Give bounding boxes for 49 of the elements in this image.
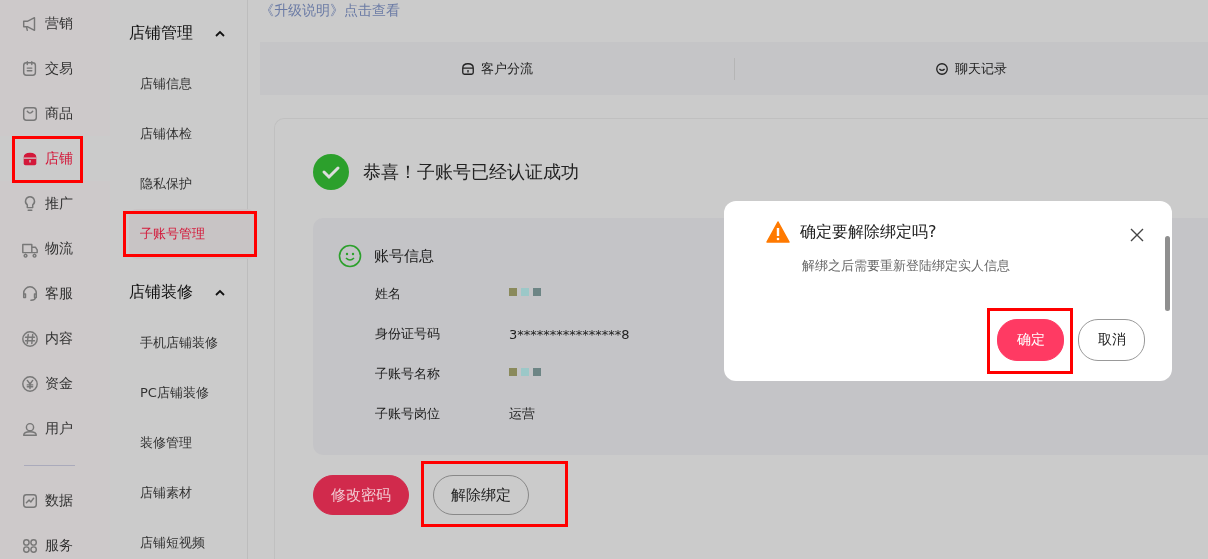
- smile-icon: [338, 244, 362, 268]
- hash-icon: [21, 329, 39, 348]
- store-icon: [460, 61, 475, 76]
- nav-item[interactable]: 交易: [0, 46, 110, 91]
- nav-item[interactable]: 客服: [0, 271, 110, 316]
- warning-icon: [766, 221, 790, 243]
- change-password-button[interactable]: 修改密码: [313, 475, 409, 515]
- grid-icon: [21, 536, 39, 555]
- nav-item[interactable]: 内容: [0, 316, 110, 361]
- subnav-item[interactable]: 手机店铺装修: [129, 318, 247, 368]
- nav-item[interactable]: 服务: [0, 523, 110, 559]
- subnav-item[interactable]: 店铺素材: [129, 468, 247, 518]
- nav-item[interactable]: 资金: [0, 361, 110, 406]
- field-value: 3****************8: [509, 326, 630, 342]
- success-message: 恭喜！子账号已经认证成功: [363, 160, 579, 184]
- bag-icon: [21, 104, 39, 123]
- field-label: 子账号名称: [375, 365, 441, 383]
- field-label: 姓名: [375, 285, 402, 303]
- subnav-item[interactable]: 店铺短视频: [129, 518, 247, 559]
- nav-item[interactable]: 数据: [0, 478, 110, 523]
- subnav-item[interactable]: PC店铺装修: [129, 368, 247, 418]
- nav-item[interactable]: 物流: [0, 226, 110, 271]
- chat-icon: [935, 61, 950, 76]
- clipboard-icon: [21, 59, 39, 78]
- headset-icon: [21, 284, 39, 303]
- field-label: 身份证号码: [375, 325, 441, 343]
- scrollbar[interactable]: [1165, 236, 1170, 311]
- nav-item[interactable]: 推广: [0, 181, 110, 226]
- tab[interactable]: 客户分流: [260, 59, 734, 78]
- chart-icon: [21, 491, 39, 510]
- nav-item[interactable]: 营销: [0, 1, 110, 46]
- field-value: 运营: [509, 405, 535, 423]
- nav-item[interactable]: 商品: [0, 91, 110, 136]
- subnav-item[interactable]: 隐私保护: [129, 159, 247, 209]
- tab[interactable]: 聊天记录: [734, 59, 1208, 78]
- check-icon: [313, 154, 349, 190]
- group-title[interactable]: 店铺管理: [129, 22, 193, 44]
- cancel-button[interactable]: 取消: [1078, 319, 1145, 361]
- subnav-item[interactable]: 装修管理: [129, 418, 247, 468]
- nav-item[interactable]: 用户: [0, 406, 110, 451]
- dialog-title: 确定要解除绑定吗?: [800, 221, 937, 243]
- field-label: 子账号岗位: [375, 405, 441, 423]
- close-icon[interactable]: [1130, 228, 1144, 242]
- subnav-item[interactable]: 店铺体检: [129, 109, 247, 159]
- dialog-message: 解绑之后需要重新登陆绑定实人信息: [802, 257, 1011, 275]
- group-title[interactable]: 店铺装修: [129, 281, 193, 303]
- yen-icon: [21, 374, 39, 393]
- section-title: 账号信息: [374, 246, 434, 266]
- subnav-item[interactable]: 店铺信息: [129, 59, 247, 109]
